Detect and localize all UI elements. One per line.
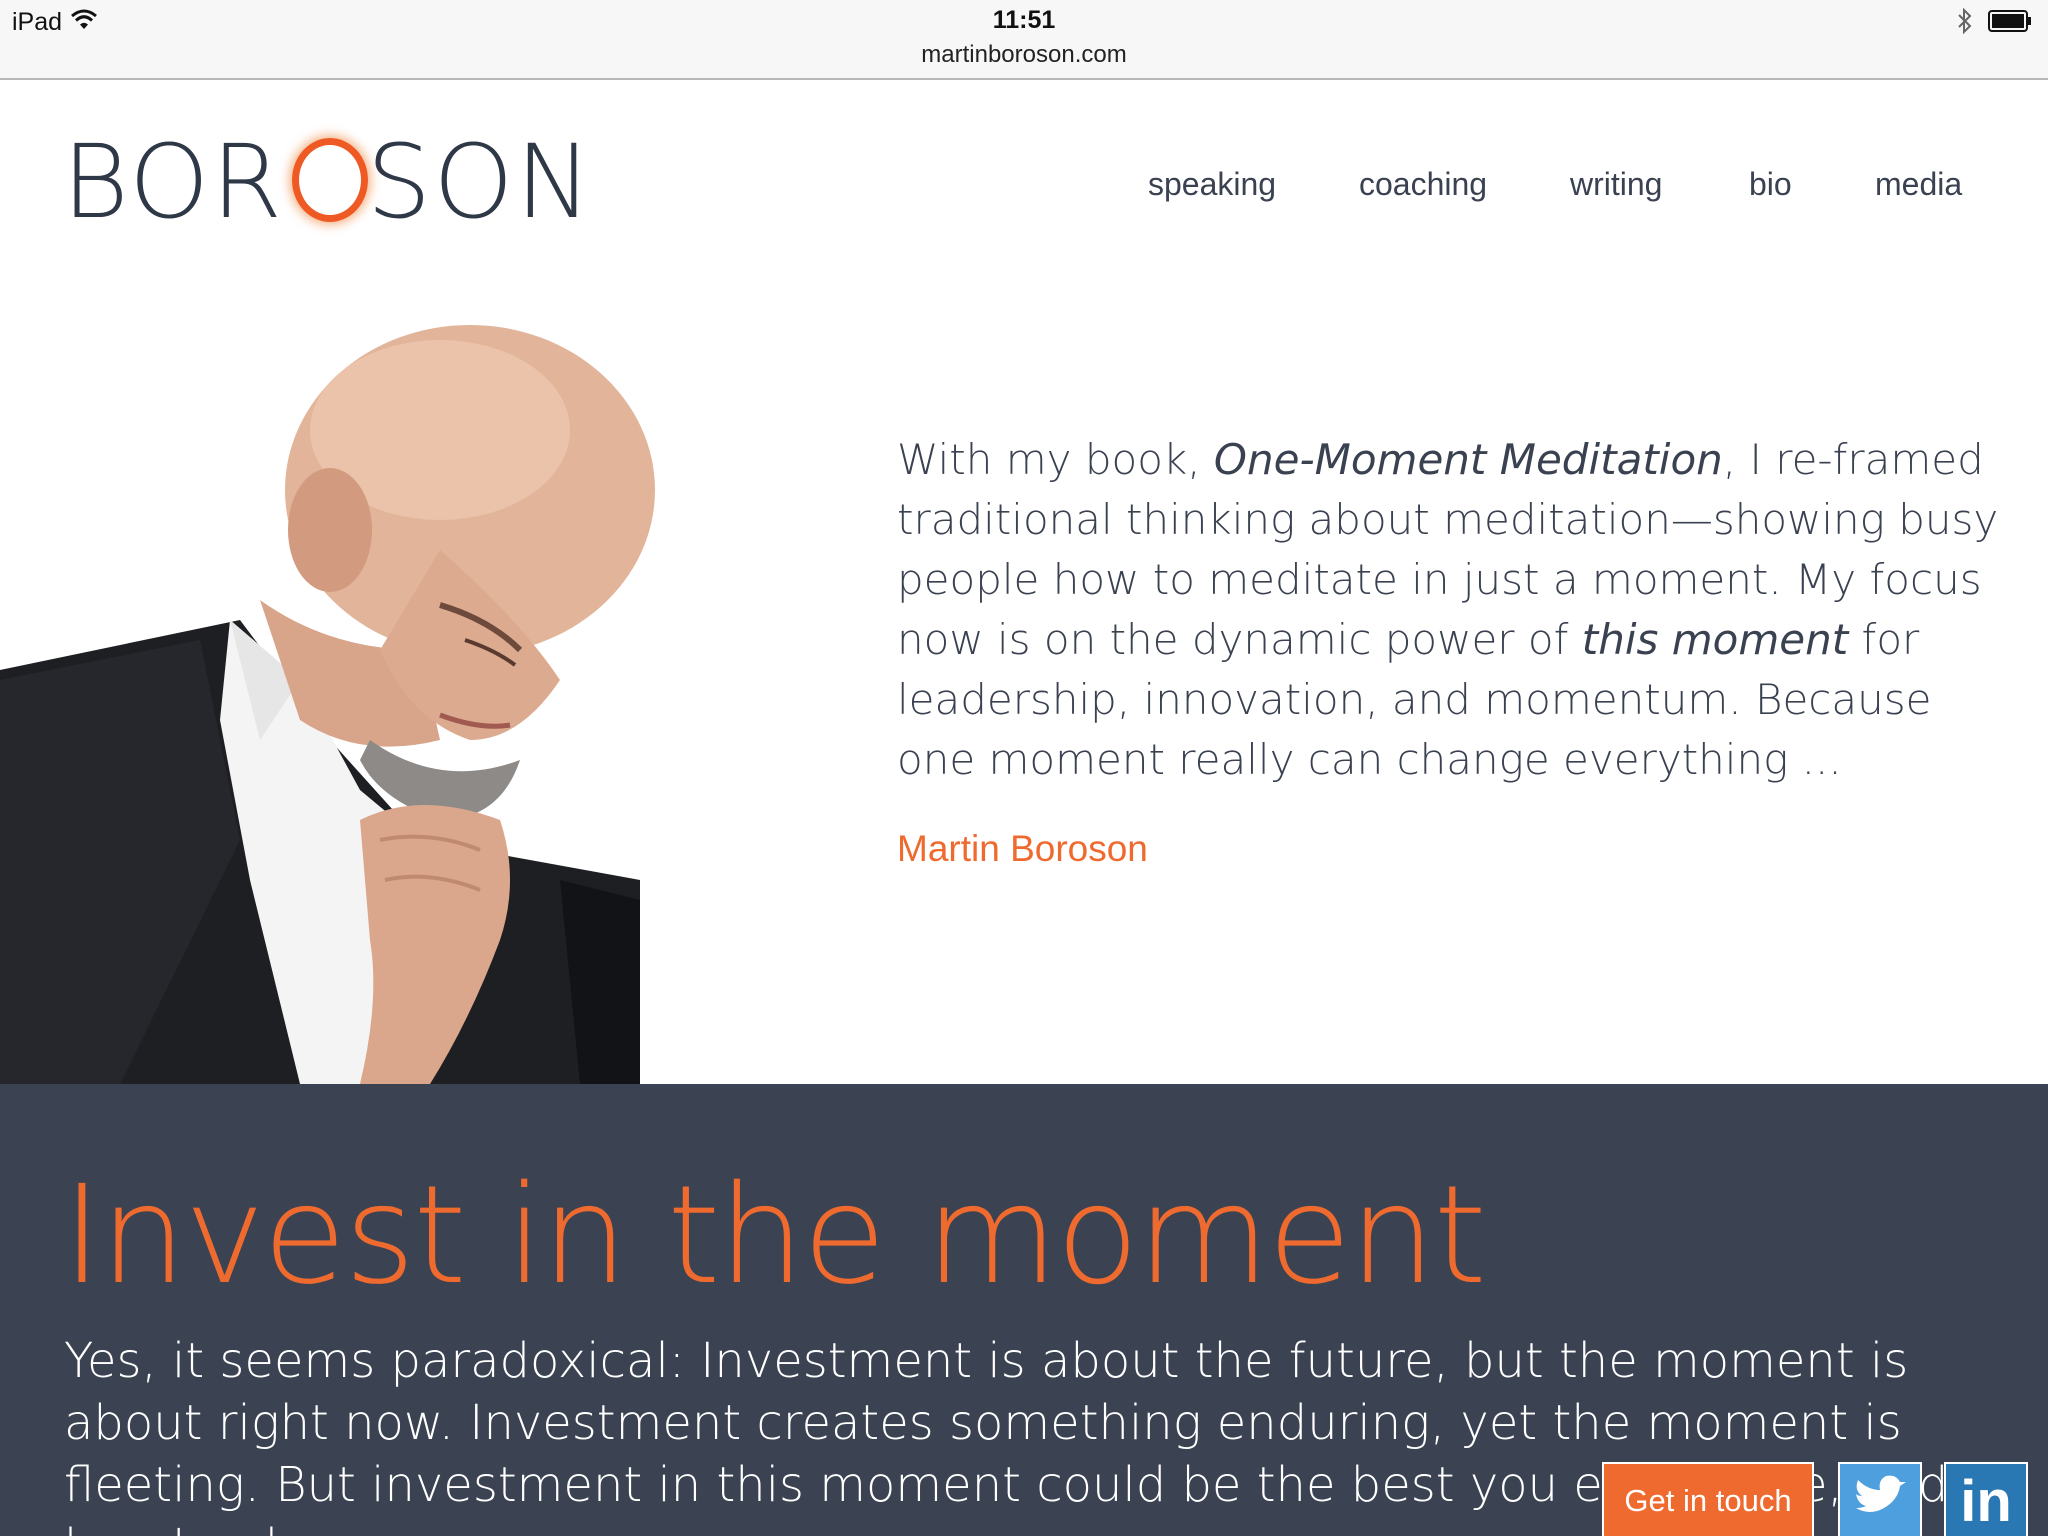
twitter-button[interactable]	[1838, 1462, 1922, 1536]
nav-bio[interactable]: bio	[1749, 166, 1792, 203]
battery-icon	[1988, 10, 2031, 32]
main-nav: speaking coaching writing bio media	[0, 166, 2048, 206]
twitter-icon	[1856, 1475, 1906, 1512]
bluetooth-icon	[1958, 7, 1972, 35]
quote-emphasis: this moment	[1581, 615, 1849, 664]
linkedin-icon: in	[1960, 1469, 2012, 1534]
status-bar: iPad 11:51 martinboroson.com	[0, 0, 2048, 80]
nav-writing[interactable]: writing	[1570, 166, 1662, 203]
address-bar[interactable]: martinboroson.com	[0, 41, 2048, 69]
clock: 11:51	[992, 6, 1056, 34]
linkedin-button[interactable]: in	[1944, 1462, 2028, 1536]
get-in-touch-button[interactable]: Get in touch	[1602, 1462, 1814, 1536]
quote-author: Martin Boroson	[897, 828, 1148, 869]
nav-media[interactable]: media	[1875, 166, 1962, 203]
portrait-photo	[0, 320, 700, 1084]
section-title: Invest in the moment	[62, 1157, 1487, 1315]
nav-coaching[interactable]: coaching	[1359, 166, 1487, 203]
nav-speaking[interactable]: speaking	[1148, 166, 1276, 203]
book-title: One-Moment Meditation	[1213, 435, 1723, 484]
quote-text: With my book,	[897, 435, 1214, 484]
intro-quote: With my book, One-Moment Meditation, I r…	[897, 430, 2007, 790]
